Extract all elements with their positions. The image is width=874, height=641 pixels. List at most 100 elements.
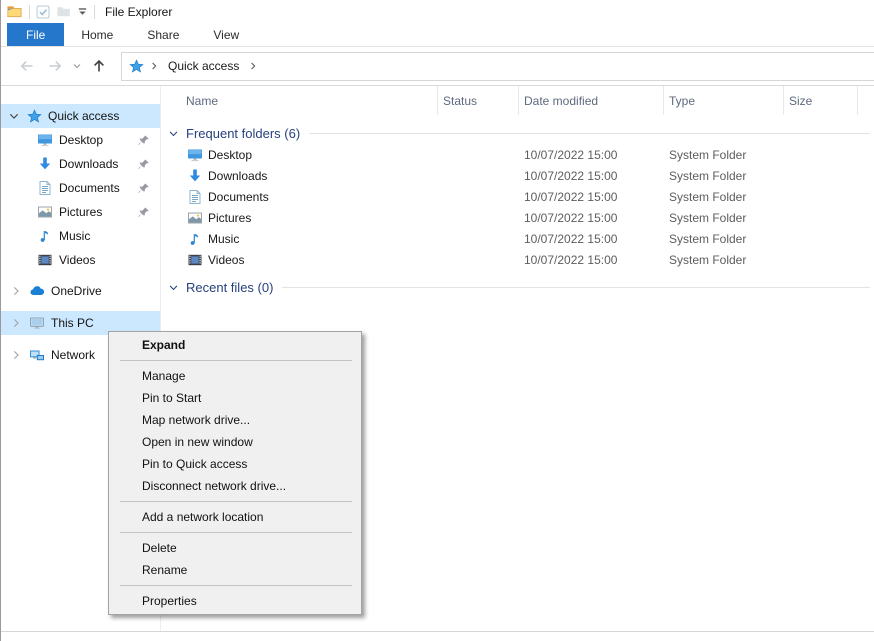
chevron-down-icon[interactable] — [7, 109, 21, 123]
column-header-status[interactable]: Status — [438, 86, 519, 115]
tab-share[interactable]: Share — [130, 23, 196, 46]
file-date-modified: 10/07/2022 15:00 — [519, 232, 664, 246]
pin-icon — [137, 206, 150, 219]
qat-properties-icon[interactable] — [36, 5, 50, 19]
tab-view[interactable]: View — [196, 23, 256, 46]
sidebar-label: Documents — [59, 181, 120, 195]
chevron-right-icon[interactable] — [9, 316, 23, 330]
titlebar-separator — [29, 5, 30, 19]
sidebar-item-downloads[interactable]: Downloads — [1, 152, 160, 176]
group-header-label: Recent files (0) — [186, 280, 273, 295]
titlebar: File Explorer — [1, 0, 874, 23]
sidebar-item-onedrive[interactable]: OneDrive — [1, 279, 160, 303]
chevron-down-icon[interactable] — [167, 127, 180, 140]
sidebar-item-videos[interactable]: Videos — [1, 248, 160, 272]
explorer-logo-icon — [6, 4, 23, 19]
pin-icon — [137, 182, 150, 195]
menu-item-delete[interactable]: Delete — [109, 537, 361, 559]
sidebar-item-pictures[interactable]: Pictures — [1, 200, 160, 224]
menu-item-map-network-drive[interactable]: Map network drive... — [109, 409, 361, 431]
chevron-down-icon[interactable] — [167, 281, 180, 294]
menu-item-pin-to-quick-access[interactable]: Pin to Quick access — [109, 453, 361, 475]
sidebar-item-desktop[interactable]: Desktop — [1, 128, 160, 152]
sidebar-label: Music — [59, 229, 90, 243]
menu-item-disconnect-network-drive[interactable]: Disconnect network drive... — [109, 475, 361, 497]
menu-item-open-in-new-window[interactable]: Open in new window — [109, 431, 361, 453]
file-date-modified: 10/07/2022 15:00 — [519, 169, 664, 183]
sidebar-label: Downloads — [59, 157, 118, 171]
file-date-modified: 10/07/2022 15:00 — [519, 253, 664, 267]
file-explorer-window: File Explorer File Home Share View Quick… — [0, 0, 874, 641]
quick-access-star-icon — [27, 109, 42, 124]
file-name: Pictures — [208, 211, 251, 225]
group-header-rule — [282, 287, 870, 288]
ribbon-tab-bar: File Home Share View — [1, 23, 874, 47]
column-header-name[interactable]: Name — [161, 86, 438, 115]
qat-customize-dropdown-icon[interactable] — [77, 6, 88, 17]
menu-item-manage[interactable]: Manage — [109, 365, 361, 387]
file-date-modified: 10/07/2022 15:00 — [519, 211, 664, 225]
group-header-frequent-folders[interactable]: Frequent folders (6) — [161, 123, 874, 144]
menu-item-pin-to-start[interactable]: Pin to Start — [109, 387, 361, 409]
column-header-size[interactable]: Size — [784, 86, 858, 115]
desktop-icon — [37, 132, 53, 148]
sidebar-item-music[interactable]: Music — [1, 224, 160, 248]
chevron-right-icon[interactable] — [9, 348, 23, 362]
sidebar-label: Pictures — [59, 205, 102, 219]
file-row-documents[interactable]: Documents 10/07/2022 15:00 System Folder — [161, 186, 874, 207]
videos-icon — [187, 252, 203, 268]
pictures-icon — [187, 210, 203, 226]
file-row-desktop[interactable]: Desktop 10/07/2022 15:00 System Folder — [161, 144, 874, 165]
breadcrumb-chevron-icon[interactable] — [148, 60, 160, 72]
file-date-modified: 10/07/2022 15:00 — [519, 148, 664, 162]
forward-button[interactable] — [41, 52, 69, 80]
this-pc-context-menu: Expand Manage Pin to Start Map network d… — [108, 331, 362, 615]
column-header-date-modified[interactable]: Date modified — [519, 86, 664, 115]
menu-separator — [120, 532, 352, 533]
up-arrow-icon — [91, 58, 107, 74]
this-pc-monitor-icon — [29, 315, 45, 331]
sidebar-label: OneDrive — [51, 284, 102, 298]
sidebar-label: Desktop — [59, 133, 103, 147]
menu-item-expand[interactable]: Expand — [109, 334, 361, 356]
file-row-pictures[interactable]: Pictures 10/07/2022 15:00 System Folder — [161, 207, 874, 228]
recent-locations-dropdown[interactable] — [69, 52, 85, 80]
file-type: System Folder — [664, 232, 784, 246]
sidebar-label: Network — [51, 348, 95, 362]
column-headers: Name Status Date modified Type Size — [161, 86, 874, 115]
file-name: Documents — [208, 190, 269, 204]
breadcrumb-quick-access[interactable]: Quick access — [164, 59, 243, 73]
file-row-downloads[interactable]: Downloads 10/07/2022 15:00 System Folder — [161, 165, 874, 186]
file-row-music[interactable]: Music 10/07/2022 15:00 System Folder — [161, 228, 874, 249]
back-button[interactable] — [13, 52, 41, 80]
menu-item-properties[interactable]: Properties — [109, 590, 361, 612]
group-header-rule — [309, 133, 870, 134]
documents-icon — [187, 189, 203, 205]
menu-item-add-network-location[interactable]: Add a network location — [109, 506, 361, 528]
file-name: Videos — [208, 253, 244, 267]
pictures-icon — [37, 204, 53, 220]
tab-file[interactable]: File — [7, 23, 64, 46]
onedrive-cloud-icon — [29, 283, 45, 299]
quick-access-star-icon — [129, 59, 144, 74]
sidebar-item-documents[interactable]: Documents — [1, 176, 160, 200]
tab-home[interactable]: Home — [64, 23, 130, 46]
breadcrumb-chevron-icon[interactable] — [247, 60, 259, 72]
column-header-type[interactable]: Type — [664, 86, 784, 115]
address-bar[interactable]: Quick access — [121, 52, 874, 81]
qat-new-folder-icon[interactable] — [56, 4, 71, 19]
titlebar-separator — [94, 5, 95, 19]
network-icon — [29, 347, 45, 363]
chevron-down-icon — [72, 61, 82, 71]
group-header-recent-files[interactable]: Recent files (0) — [161, 277, 874, 298]
sidebar-item-quick-access[interactable]: Quick access — [1, 104, 160, 128]
file-row-videos[interactable]: Videos 10/07/2022 15:00 System Folder — [161, 249, 874, 270]
pin-icon — [137, 134, 150, 147]
up-button[interactable] — [85, 52, 113, 80]
file-name: Downloads — [208, 169, 267, 183]
menu-item-rename[interactable]: Rename — [109, 559, 361, 581]
file-type: System Folder — [664, 148, 784, 162]
file-type: System Folder — [664, 253, 784, 267]
file-type: System Folder — [664, 211, 784, 225]
chevron-right-icon[interactable] — [9, 284, 23, 298]
